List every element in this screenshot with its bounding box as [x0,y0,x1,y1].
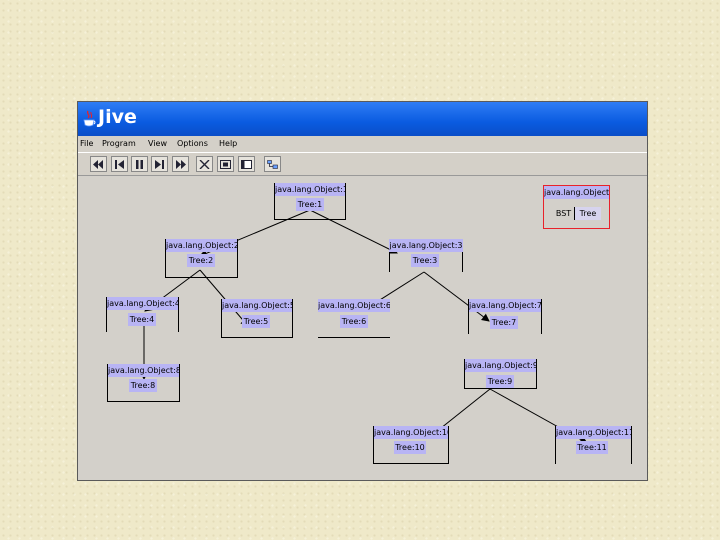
step-back-button[interactable] [111,156,128,172]
window-button[interactable] [238,156,255,172]
bst-tree-field: Tree [575,207,601,220]
collapse-button[interactable] [196,156,213,172]
object-label: java.lang.Object:6 [318,299,390,312]
title-bar[interactable]: Jive [78,102,647,136]
rewind-icon [93,159,103,169]
rewind-button[interactable] [90,156,107,172]
field-label: Tree:2 [187,254,215,267]
fit-icon [220,159,231,169]
object-label: java.lang.Object:10 [374,426,448,439]
tree-layout-icon [267,159,278,169]
menu-help[interactable]: Help [219,139,237,148]
java-cup-icon [83,110,96,127]
bst-class-cell: BST [553,207,575,220]
object-label: java.lang.Object:5 [222,299,292,312]
object-label: java.lang.Object:3 [389,239,463,252]
toolbar [78,152,647,176]
menu-view[interactable]: View [148,139,167,148]
object-label: java.lang.Object:8 [108,364,179,377]
field-label: Tree:5 [242,315,270,328]
menu-options[interactable]: Options [177,139,208,148]
object-label: java.lang.Object:7 [469,299,541,312]
bst-object-label: java.lang.Object:1 [544,186,609,199]
object-label: java.lang.Object:9 [465,359,536,372]
object-graph-canvas[interactable]: java.lang.Object:1 Tree:1 java.lang.Obje… [78,176,647,480]
step-back-icon [115,159,124,169]
tree-layout-button[interactable] [264,156,281,172]
field-label: Tree:8 [129,379,157,392]
menu-file[interactable]: File [80,139,93,148]
fit-button[interactable] [217,156,234,172]
field-label: Tree:3 [411,254,439,267]
menu-program[interactable]: Program [102,139,136,148]
field-label: Tree:9 [486,375,514,388]
pause-icon [136,159,143,169]
field-label: Tree:4 [128,313,156,326]
fast-forward-icon [176,159,186,169]
field-label: Tree:6 [340,315,368,328]
bst-object-node[interactable]: java.lang.Object:1 BST Tree [543,185,610,229]
window-title: Jive [98,106,137,128]
field-label: Tree:7 [490,316,518,329]
object-label: java.lang.Object:11 [556,426,631,439]
fast-forward-button[interactable] [172,156,189,172]
window-icon [241,159,252,169]
collapse-icon [199,159,210,169]
object-node-6[interactable] [318,337,390,338]
field-label: Tree:10 [394,441,426,454]
jive-window: Jive File Program View Options Help java… [77,101,648,481]
pause-button[interactable] [131,156,148,172]
step-forward-icon [155,159,164,169]
step-forward-button[interactable] [151,156,168,172]
object-label: java.lang.Object:1 [275,183,345,196]
object-label: java.lang.Object:2 [166,239,237,252]
field-label: Tree:11 [576,441,608,454]
menu-bar: File Program View Options Help [78,136,647,152]
field-label: Tree:1 [296,198,324,211]
object-label: java.lang.Object:4 [107,297,178,310]
